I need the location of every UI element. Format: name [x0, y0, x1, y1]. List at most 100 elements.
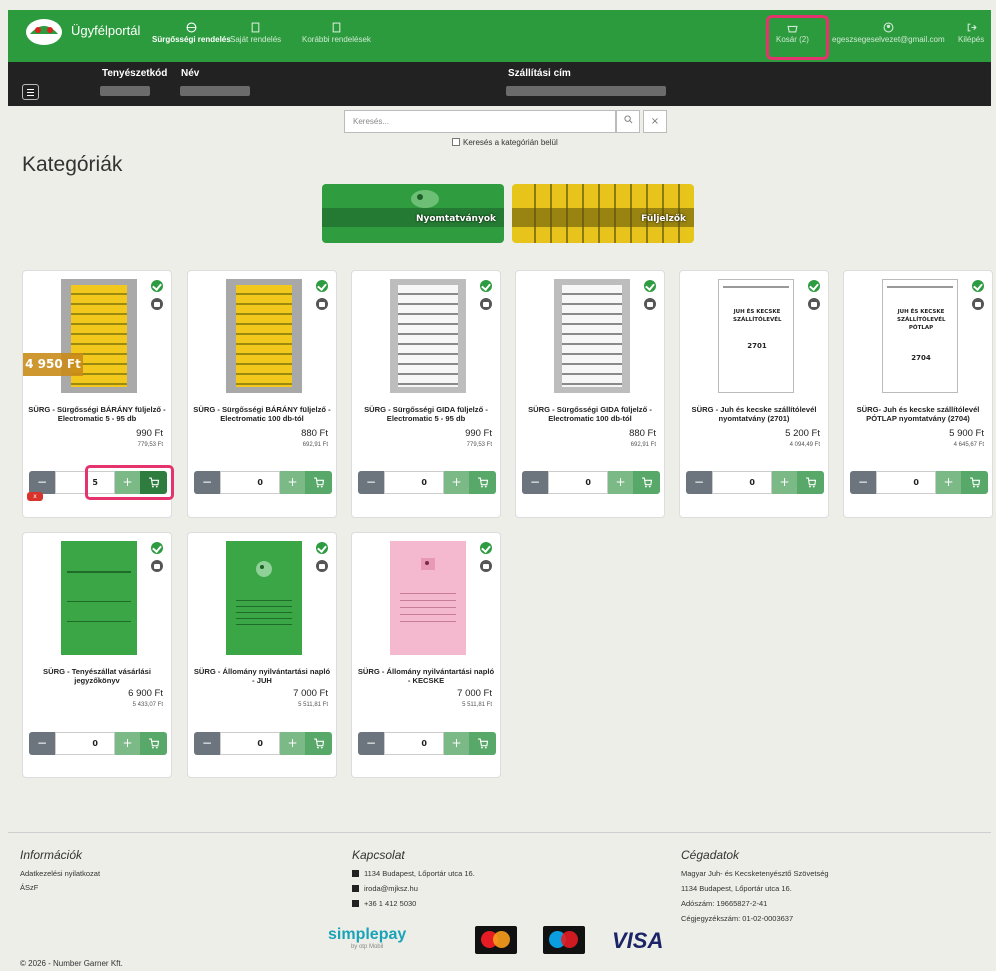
increase-button[interactable]: + — [772, 471, 797, 494]
add-to-cart-button[interactable] — [633, 471, 660, 494]
increase-button[interactable]: + — [280, 471, 305, 494]
nav-urgent-order[interactable]: Sürgősségi rendelés — [152, 22, 231, 44]
product-price: 880 Ft — [629, 428, 656, 439]
increase-button[interactable]: + — [115, 732, 140, 755]
product-name[interactable]: SÜRG - Tenyészállat vásárlási jegyzőköny… — [27, 667, 167, 685]
customer-bar: Tenyészetkód Név Szállítási cím — [8, 62, 991, 106]
add-to-cart-button[interactable] — [961, 471, 988, 494]
product-name[interactable]: SÜRG - Juh és kecske szállítólevél nyomt… — [684, 405, 824, 423]
brand-title[interactable]: Ügyfélportál — [71, 23, 140, 38]
favorite-icon[interactable] — [316, 298, 328, 310]
logo-icon[interactable] — [24, 16, 64, 48]
add-to-cart-button[interactable] — [140, 732, 167, 755]
add-to-cart-button[interactable] — [469, 471, 496, 494]
home-icon — [352, 870, 359, 877]
nav-logout[interactable]: Kilépés — [958, 22, 984, 44]
decrease-button[interactable]: − — [29, 732, 55, 755]
decrease-button[interactable]: − — [194, 732, 220, 755]
product-image — [390, 279, 466, 393]
contact-address: 1134 Budapest, Lőportár utca 16. — [352, 869, 475, 878]
product-card[interactable]: SÜRG - Állomány nyilvántartási napló - J… — [187, 532, 337, 778]
product-name[interactable]: SÜRG - Állomány nyilvántartási napló - K… — [356, 667, 496, 685]
document-icon — [251, 22, 260, 33]
decrease-button[interactable]: − — [850, 471, 876, 494]
header-shipping-address: Szállítási cím — [508, 68, 571, 79]
quantity-field[interactable]: 0 — [384, 732, 444, 755]
quantity-field[interactable]: 0 — [220, 732, 280, 755]
decrease-button[interactable]: − — [358, 471, 384, 494]
search-input[interactable]: Keresés... — [344, 110, 616, 133]
quantity-field[interactable]: 0 — [548, 471, 608, 494]
nav-account[interactable]: egeszsegeselvezet@gmail.com — [832, 22, 945, 44]
contact-phone-text: +36 1 412 5030 — [364, 899, 417, 908]
cart-icon — [478, 477, 488, 488]
increase-button[interactable]: + — [608, 471, 633, 494]
decrease-button[interactable]: − — [686, 471, 712, 494]
increase-button[interactable]: + — [444, 732, 469, 755]
terms-link[interactable]: ÁSzF — [20, 883, 38, 892]
goat-logo-icon — [421, 558, 435, 570]
product-card[interactable]: SÜRG - Sürgősségi GIDA füljelző - Electr… — [515, 270, 665, 518]
favorite-icon[interactable] — [480, 560, 492, 572]
increase-button[interactable]: + — [280, 732, 305, 755]
product-name[interactable]: SÜRG - Sürgősségi BÁRÁNY füljelző - Elec… — [192, 405, 332, 423]
add-to-cart-button[interactable] — [797, 471, 824, 494]
favorite-icon[interactable] — [151, 298, 163, 310]
cart-icon — [970, 477, 980, 488]
increase-button[interactable]: + — [936, 471, 961, 494]
quantity-field[interactable]: 0 — [876, 471, 936, 494]
quantity-stepper: − 0 + — [850, 471, 988, 494]
check-icon — [972, 280, 984, 292]
check-icon — [151, 542, 163, 554]
contact-phone[interactable]: +36 1 412 5030 — [352, 899, 416, 908]
search-in-category-checkbox[interactable]: Keresés a kategórián belül — [452, 138, 558, 147]
nav-own-order[interactable]: Saját rendelés — [230, 22, 281, 44]
decrease-button[interactable]: − — [29, 471, 55, 494]
favorite-icon[interactable] — [644, 298, 656, 310]
increase-button[interactable]: + — [444, 471, 469, 494]
menu-toggle-button[interactable] — [22, 84, 39, 100]
favorite-icon[interactable] — [808, 298, 820, 310]
quantity-field[interactable]: 0 — [712, 471, 772, 494]
quantity-field[interactable]: 0 — [55, 732, 115, 755]
category-tile-forms[interactable]: Nyomtatványok — [322, 184, 504, 243]
clear-search-button[interactable]: × — [643, 110, 667, 133]
product-card[interactable]: SÜRG - Állomány nyilvántartási napló - K… — [351, 532, 501, 778]
check-icon — [316, 542, 328, 554]
product-card[interactable]: SÜRG - Tenyészállat vásárlási jegyzőköny… — [22, 532, 172, 778]
decrease-button[interactable]: − — [358, 732, 384, 755]
product-price: 990 Ft — [136, 428, 163, 439]
add-to-cart-button[interactable] — [305, 732, 332, 755]
privacy-link[interactable]: Adatkezelési nyilatkozat — [20, 869, 100, 878]
decrease-button[interactable]: − — [522, 471, 548, 494]
product-name[interactable]: SÜRG - Sürgősségi BÁRÁNY füljelző - Elec… — [27, 405, 167, 423]
search-button[interactable] — [616, 110, 640, 133]
company-address: 1134 Budapest, Lőportár utca 16. — [681, 884, 792, 893]
add-to-cart-button[interactable] — [305, 471, 332, 494]
product-image: JUH ÉS KECSKE SZÁLLÍTÓLEVÉL PÓTLAP 2704 — [882, 279, 958, 393]
product-name[interactable]: SÜRG- Juh és kecske szállítólevél PÓTLAP… — [848, 405, 988, 423]
product-price: 7 000 Ft — [293, 688, 328, 699]
checkbox-box[interactable] — [452, 138, 460, 146]
favorite-icon[interactable] — [151, 560, 163, 572]
product-card[interactable]: SÜRG - Sürgősségi GIDA füljelző - Electr… — [351, 270, 501, 518]
decrease-button[interactable]: − — [194, 471, 220, 494]
product-name[interactable]: SÜRG - Sürgősségi GIDA füljelző - Electr… — [356, 405, 496, 423]
favorite-icon[interactable] — [316, 560, 328, 572]
add-to-cart-button[interactable] — [469, 732, 496, 755]
product-name[interactable]: SÜRG - Sürgősségi GIDA füljelző - Electr… — [520, 405, 660, 423]
contact-email[interactable]: iroda@mjksz.hu — [352, 884, 418, 893]
product-net-price: 4 645,67 Ft — [953, 442, 984, 448]
product-name[interactable]: SÜRG - Állomány nyilvántartási napló - J… — [192, 667, 332, 685]
favorite-icon[interactable] — [480, 298, 492, 310]
product-card[interactable]: SÜRG - Sürgősségi BÁRÁNY füljelző - Elec… — [187, 270, 337, 518]
quantity-field[interactable]: 0 — [220, 471, 280, 494]
favorite-icon[interactable] — [972, 298, 984, 310]
nav-previous-orders[interactable]: Korábbi rendelések — [302, 22, 371, 44]
quantity-field[interactable]: 0 — [384, 471, 444, 494]
product-card[interactable]: JUH ÉS KECSKE SZÁLLÍTÓLEVÉL PÓTLAP 2704 … — [843, 270, 993, 518]
product-card[interactable]: JUH ÉS KECSKE SZÁLLÍTÓLEVÉL 2701 SÜRG - … — [679, 270, 829, 518]
quantity-stepper: − 0 + — [686, 471, 824, 494]
remove-badge[interactable]: x — [27, 492, 43, 501]
category-tile-eartags[interactable]: Füljelzők — [512, 184, 694, 243]
